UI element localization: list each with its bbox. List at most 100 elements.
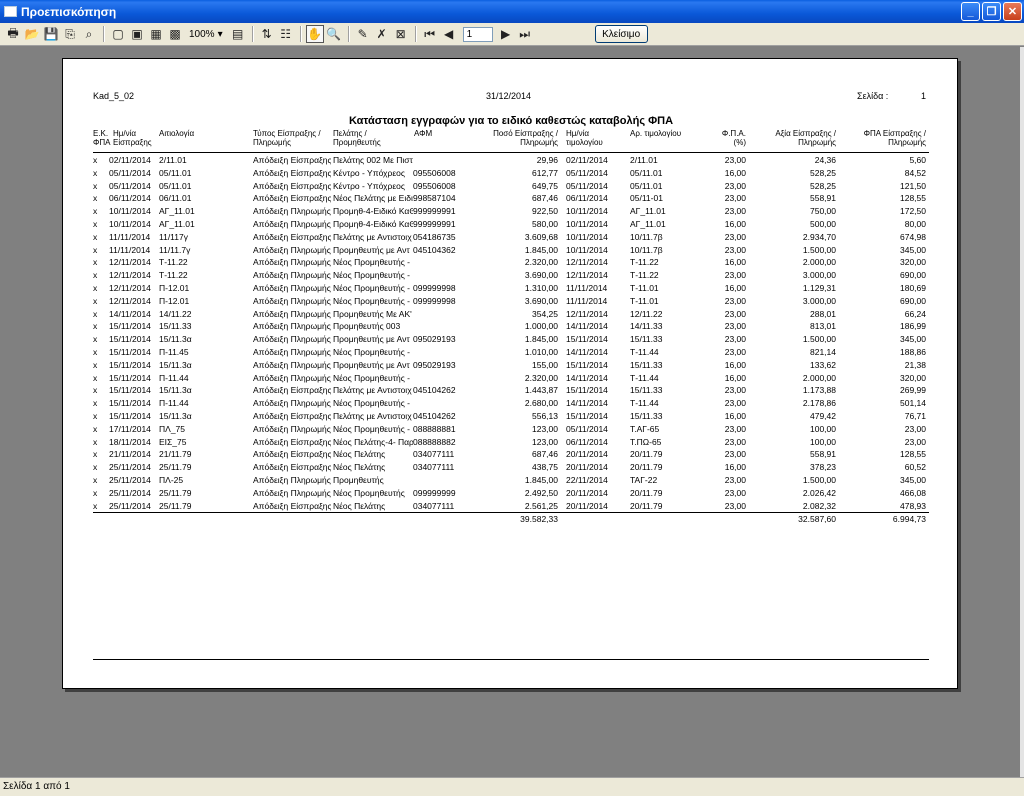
cell-type: Απόδειξη Πληρωμής (253, 219, 331, 229)
cell-type: Απόδειξη Πληρωμής (253, 270, 331, 281)
cell-party: Νέος Πελάτης-4- Παρ (333, 436, 413, 447)
table-row: x 02/11/2014 2/11.01 Απόδειξη Είσπραξης Πελά… (63, 154, 959, 167)
cell-vat: 128,55 (900, 193, 926, 204)
table-row: x 25/11/2014 25/11.79 Απόδειξη Είσπραξης Νέο… (63, 500, 959, 513)
cell-vat-pct: 16,00 (724, 219, 746, 229)
cell-desc: ΑΓ_11.01 (159, 219, 195, 229)
cell-vat: 180,69 (900, 283, 926, 293)
export-icon[interactable]: ⎘ (61, 25, 79, 43)
table-row: x 12/11/2014 Π-12.01 Απόδειξη Πληρωμής Νέος … (63, 282, 959, 295)
cell-date: 25/11/2014 (109, 500, 151, 511)
one-page-icon[interactable]: ▢ (109, 25, 127, 43)
table-row: x 15/11/2014 15/11.3α Απόδειξη Είσπραξης Πελ… (63, 410, 959, 423)
vertical-scrollbar[interactable] (1020, 47, 1024, 777)
cell-vat: 320,00 (900, 257, 926, 268)
table-row: x 15/11/2014 15/11.33 Απόδειξη Πληρωμής Προμ… (63, 320, 959, 333)
cell-party: Πελάτης με Αντιστοιχ (333, 411, 412, 421)
two-page-icon[interactable]: ▣ (128, 25, 146, 43)
multi-page-icon[interactable]: ▦ (147, 25, 165, 43)
cell-type: Απόδειξη Πληρωμής (253, 295, 331, 306)
cell-vat: 690,00 (900, 270, 926, 281)
cell-vat-pct: 23,00 (724, 487, 746, 498)
cell-vat-pct: 16,00 (724, 359, 746, 370)
report-page: Kad_5_02 31/12/2014 Σελίδα : 1 Κατάσταση… (62, 58, 958, 689)
cell-inv-no: Τ-11.01 (630, 283, 659, 293)
zoom-select[interactable]: 100% ▾ (189, 29, 223, 40)
cell-type: Απόδειξη Πληρωμής (253, 398, 331, 409)
maximize-button[interactable]: ❐ (982, 2, 1001, 21)
tree-icon[interactable]: ☷ (277, 25, 295, 43)
next-page-icon[interactable]: ▶ (497, 25, 515, 43)
cell-inv-date: 14/11/2014 (566, 372, 608, 383)
cell-amount: 1.845,00 (524, 334, 558, 345)
table-row: x 11/11/2014 11/11.7γ Απόδειξη Πληρωμής Προμ… (63, 244, 959, 257)
status-bar: Σελίδα 1 από 1 (0, 777, 1024, 796)
cell-value: 821,14 (810, 347, 836, 357)
cell-date: 11/11/2014 (109, 244, 151, 255)
cell-date: 21/11/2014 (109, 449, 151, 460)
cell-amount: 123,00 (532, 423, 558, 434)
cell-amount: 3.609,68 (524, 231, 558, 242)
cell-inv-date: 15/11/2014 (566, 359, 608, 370)
page-setup-icon[interactable]: ▤ (229, 25, 247, 43)
first-page-icon[interactable]: ⏮ (421, 25, 439, 43)
cell-afm: 099999999 (413, 487, 456, 498)
cell-vat: 80,00 (904, 219, 926, 229)
cell-vat: 21,38 (904, 359, 926, 370)
chevron-down-icon: ▾ (217, 28, 223, 40)
table-row: x 21/11/2014 21/11.79 Απόδειξη Είσπραξης Νέο… (63, 448, 959, 461)
layout-icon[interactable]: ⊠ (392, 25, 410, 43)
cell-value: 2.934,70 (802, 231, 836, 242)
cell-desc: Π-12.01 (159, 283, 190, 293)
save-icon[interactable]: 💾 (42, 25, 60, 43)
close-preview-button[interactable]: Κλείσιμο (594, 25, 648, 43)
cell-vat-pct: 23,00 (724, 295, 746, 306)
cell-type: Απόδειξη Πληρωμής (253, 257, 331, 268)
cell-vat-pct: 23,00 (724, 347, 746, 357)
cell-vat: 172,50 (900, 206, 926, 217)
col-inv-no: Αρ. τιμολογίου (630, 129, 682, 138)
cell-desc: Π-11.44 (159, 398, 189, 409)
cell-type: Απόδειξη Είσπραξης (253, 385, 331, 396)
cell-amount: 580,00 (532, 219, 558, 229)
page-number-input[interactable]: 1 (462, 26, 493, 42)
cell-vat-pct: 23,00 (724, 398, 746, 409)
cell-inv-date: 15/11/2014 (566, 385, 608, 396)
cell-amount: 438,75 (532, 462, 558, 473)
cell-date: 15/11/2014 (109, 385, 151, 396)
table-row: x 25/11/2014 25/11.79 Απόδειξη Πληρωμής Νέος… (63, 487, 959, 500)
cell-amount: 649,75 (532, 180, 558, 191)
grid-page-icon[interactable]: ▩ (166, 25, 184, 43)
cell-party: Νέος Προμηθευτής - (333, 257, 410, 268)
hand-icon[interactable]: ✋ (305, 25, 324, 43)
find-icon[interactable]: ⌕ (80, 25, 98, 43)
last-page-icon[interactable]: ⏭ (516, 25, 534, 43)
minimize-button[interactable]: _ (961, 2, 980, 21)
print-icon[interactable]: 🖶 (4, 25, 22, 43)
open-icon[interactable]: 📂 (23, 25, 41, 43)
window-close-button[interactable]: ✕ (1003, 2, 1022, 21)
cell-type: Απόδειξη Είσπραξης (253, 167, 331, 178)
cell-type: Απόδειξη Είσπραξης (253, 500, 331, 511)
zoom-icon[interactable]: 🔍 (325, 25, 343, 43)
cell-party: Κέντρο - Υπόχρεος (333, 167, 405, 178)
table-row: x 25/11/2014 ΠΛ-25 Απόδειξη Πληρωμής Προμηθε… (63, 474, 959, 487)
cell-date: 17/11/2014 (109, 423, 151, 434)
cell-inv-no: 20/11.79 (630, 500, 663, 511)
cell-afm: 045104262 (413, 411, 456, 421)
cell-inv-no: Τ-11.22 (630, 257, 659, 268)
cell-inv-no: Τ-11.22 (630, 270, 659, 281)
cell-vat-pct: 23,00 (724, 436, 746, 447)
delete-page-icon[interactable]: ✗ (373, 25, 391, 43)
cell-inv-no: ΑΓ_11.01 (630, 219, 666, 229)
cell-inv-no: 20/11.79 (630, 449, 663, 460)
cell-party: Νέος Πελάτης (333, 462, 386, 473)
prev-page-icon[interactable]: ◀ (440, 25, 458, 43)
total-value: 32.587,60 (798, 514, 836, 524)
edit-page-icon[interactable]: ✎ (354, 25, 372, 43)
cell-vat-pct: 23,00 (724, 244, 746, 255)
sort-icon[interactable]: ⇅ (258, 25, 276, 43)
cell-date: 18/11/2014 (109, 436, 151, 447)
cell-date: 05/11/2014 (109, 180, 151, 191)
table-row: x 17/11/2014 ΠΛ_75 Απόδειξη Πληρωμής Νέος Πρ… (63, 423, 959, 436)
